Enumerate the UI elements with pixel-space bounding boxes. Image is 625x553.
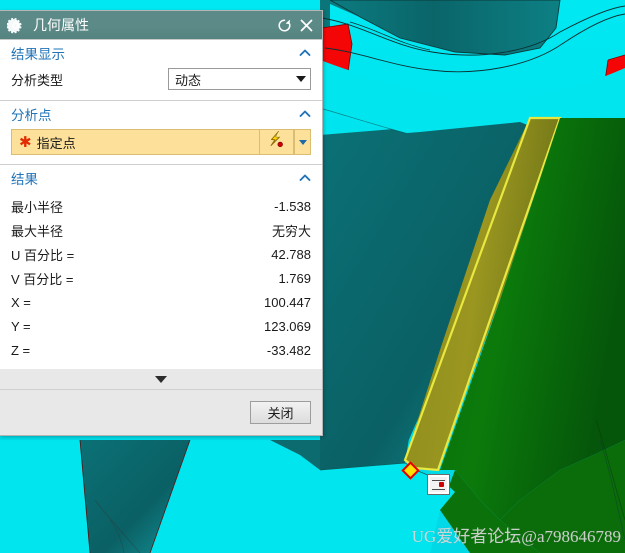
group-content-result-display: 分析类型 动态 <box>0 67 322 100</box>
group-content-analysis-point: ✱ 指定点 <box>0 129 322 164</box>
specify-point-label: 指定点 <box>36 135 76 151</box>
close-icon[interactable] <box>296 15 316 35</box>
group-header-analysis-point[interactable]: 分析点 <box>0 101 322 127</box>
required-asterisk-icon: ✱ <box>19 132 32 151</box>
geometric-properties-dialog: 几何属性 结果显示 分析类型 动态 分析点 ✱ 指定点 结果 最小半径 -1.5… <box>0 10 323 436</box>
result-value: 100.447 <box>264 294 311 310</box>
group-header-result-display[interactable]: 结果显示 <box>0 40 322 66</box>
result-value: 1.769 <box>278 270 311 286</box>
dialog-title: 几何属性 <box>33 17 89 33</box>
gear-icon <box>6 17 24 34</box>
result-row: 最大半径 无穷大 <box>11 218 311 242</box>
snap-point-cursor-icon <box>428 475 449 494</box>
caret-down-icon <box>298 139 307 145</box>
forum-watermark: UG爱好者论坛@a798646789 <box>411 527 621 546</box>
chevron-up-icon[interactable] <box>298 107 312 121</box>
result-row: Z = -33.482 <box>11 338 311 362</box>
result-row: 最小半径 -1.538 <box>11 194 311 218</box>
result-label: 最小半径 <box>11 199 64 215</box>
result-value: 123.069 <box>264 318 311 334</box>
result-row: X = 100.447 <box>11 290 311 314</box>
result-label: U 百分比 = <box>11 247 75 263</box>
result-value: 无穷大 <box>271 223 311 239</box>
result-value: 42.788 <box>271 246 311 262</box>
analysis-type-select[interactable]: 动态 <box>168 68 311 90</box>
point-constructor-dropdown[interactable] <box>294 129 311 155</box>
result-label: 最大半径 <box>11 223 64 239</box>
analysis-type-row: 分析类型 动态 <box>11 67 311 91</box>
group-title-result-display: 结果显示 <box>11 47 65 62</box>
dialog-body: 结果显示 分析类型 动态 分析点 ✱ 指定点 结果 最小半径 -1.538 最大… <box>0 39 322 368</box>
result-row: Y = 123.069 <box>11 314 311 338</box>
analysis-type-label: 分析类型 <box>11 72 64 88</box>
group-title-analysis-point: 分析点 <box>11 108 52 123</box>
group-title-result: 结果 <box>11 172 38 187</box>
specify-point-input[interactable]: ✱ 指定点 <box>11 129 260 155</box>
result-label: X = <box>11 294 31 310</box>
dialog-titlebar[interactable]: 几何属性 <box>0 11 322 39</box>
chevron-down-icon <box>155 375 167 383</box>
chevron-up-icon[interactable] <box>298 171 312 185</box>
point-constructor-button[interactable] <box>260 129 294 155</box>
group-result-display: 结果显示 分析类型 动态 <box>0 40 322 101</box>
dialog-expander[interactable] <box>0 368 322 390</box>
result-label: V 百分比 = <box>11 271 74 287</box>
group-analysis-point: 分析点 ✱ 指定点 <box>0 101 322 165</box>
close-button[interactable]: 关闭 <box>250 401 311 424</box>
result-label: Z = <box>11 342 31 358</box>
chevron-up-icon[interactable] <box>298 46 312 60</box>
chevron-down-icon <box>296 76 306 82</box>
group-header-result[interactable]: 结果 <box>0 165 322 191</box>
dialog-footer: 关闭 <box>0 390 322 435</box>
result-list: 最小半径 -1.538 最大半径 无穷大 U 百分比 = 42.788 V 百分比 = 1.7… <box>0 191 322 368</box>
result-value: -1.538 <box>274 198 311 214</box>
result-row: U 百分比 = 42.788 <box>11 242 311 266</box>
analysis-type-value: 动态 <box>175 72 202 88</box>
result-label: Y = <box>11 318 31 334</box>
result-row: V 百分比 = 1.769 <box>11 266 311 290</box>
reset-icon[interactable] <box>274 15 294 35</box>
point-constructor-icon <box>267 130 286 154</box>
result-value: -33.482 <box>266 342 311 358</box>
group-result: 结果 最小半径 -1.538 最大半径 无穷大 U 百分比 = 42.788 V 百分比 =… <box>0 165 322 368</box>
specify-point-row: ✱ 指定点 <box>11 129 311 155</box>
